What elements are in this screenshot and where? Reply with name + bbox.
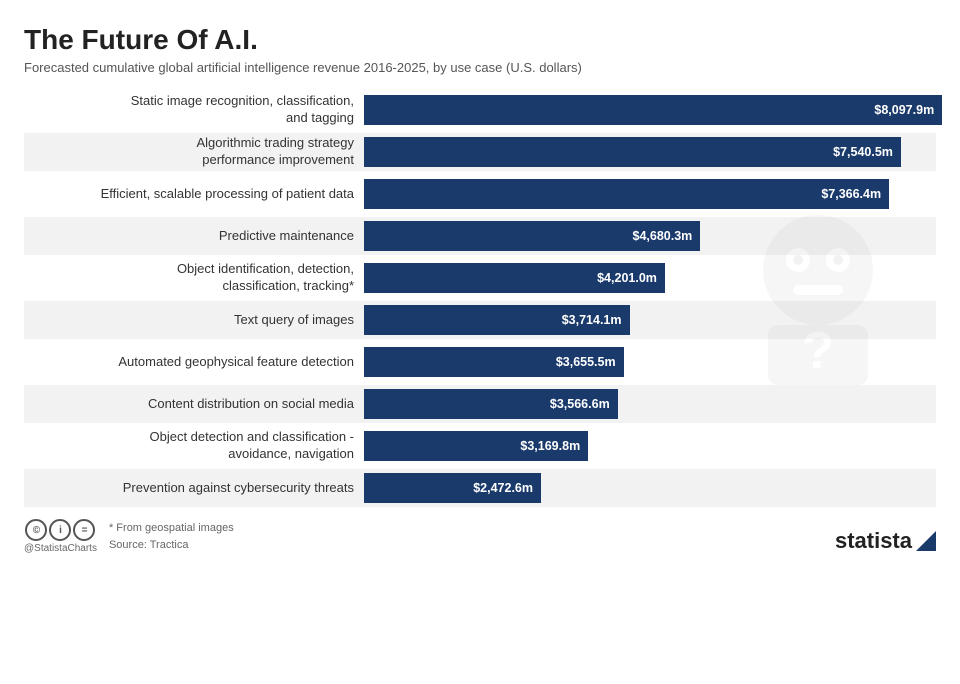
bar-value: $7,366.4m xyxy=(821,187,881,201)
bar-container: $7,366.4m xyxy=(364,175,936,213)
bar-label: Static image recognition, classification… xyxy=(24,93,364,127)
bar-label: Prevention against cybersecurity threats xyxy=(24,480,364,497)
bar: $7,540.5m xyxy=(364,137,901,167)
bar-container: $7,540.5m xyxy=(364,133,936,171)
bar-row: Prevention against cybersecurity threats… xyxy=(24,469,936,507)
bar-value: $4,680.3m xyxy=(633,229,693,243)
bar: $8,097.9m xyxy=(364,95,942,125)
bar-value: $4,201.0m xyxy=(597,271,657,285)
bar: $7,366.4m xyxy=(364,179,889,209)
chart-area: Static image recognition, classification… xyxy=(24,91,936,507)
equals-icon: = xyxy=(73,519,95,541)
bar-value: $3,169.8m xyxy=(520,439,580,453)
bar-label: Object detection and classification -avo… xyxy=(24,429,364,463)
bar-label: Object identification, detection,classif… xyxy=(24,261,364,295)
bar-value: $2,472.6m xyxy=(473,481,533,495)
bar: $3,655.5m xyxy=(364,347,624,377)
bar: $2,472.6m xyxy=(364,473,541,503)
bar-row: Automated geophysical feature detection $… xyxy=(24,343,936,381)
statista-icon xyxy=(916,531,936,551)
bar-row: Object identification, detection,classif… xyxy=(24,259,936,297)
bar-container: $4,680.3m xyxy=(364,217,936,255)
footer-left: © i = @StatistaCharts * From geospatial … xyxy=(24,519,234,554)
bar-label: Algorithmic trading strategyperformance … xyxy=(24,135,364,169)
bar-container: $3,169.8m xyxy=(364,427,936,465)
main-title: The Future Of A.I. xyxy=(24,24,936,56)
cc-icon: © xyxy=(25,519,47,541)
subtitle: Forecasted cumulative global artificial … xyxy=(24,60,936,75)
bar-container: $3,655.5m xyxy=(364,343,936,381)
bar-row: Object detection and classification -avo… xyxy=(24,427,936,465)
bar-row: Algorithmic trading strategyperformance … xyxy=(24,133,936,171)
bar-value: $3,655.5m xyxy=(556,355,616,369)
footer: © i = @StatistaCharts * From geospatial … xyxy=(24,519,936,554)
bar-container: $2,472.6m xyxy=(364,469,936,507)
bar-value: $3,566.6m xyxy=(550,397,610,411)
bar: $4,201.0m xyxy=(364,263,665,293)
statista-logo: statista xyxy=(835,528,936,554)
bar-label: Content distribution on social media xyxy=(24,396,364,413)
bar-value: $7,540.5m xyxy=(833,145,893,159)
bar-label: Predictive maintenance xyxy=(24,228,364,245)
bar: $4,680.3m xyxy=(364,221,700,251)
infographic-container: The Future Of A.I. Forecasted cumulative… xyxy=(0,0,960,684)
bar-row: Text query of images $3,714.1m xyxy=(24,301,936,339)
bar-row: Predictive maintenance $4,680.3m xyxy=(24,217,936,255)
footer-note: * From geospatial images Source: Tractic… xyxy=(109,520,234,553)
bar: $3,566.6m xyxy=(364,389,618,419)
bar-container: $8,097.9m xyxy=(364,91,942,129)
person-icon: i xyxy=(49,519,71,541)
bar-row: Efficient, scalable processing of patien… xyxy=(24,175,936,213)
bar-value: $8,097.9m xyxy=(874,103,934,117)
bar-value: $3,714.1m xyxy=(562,313,622,327)
bar-label: Efficient, scalable processing of patien… xyxy=(24,186,364,203)
bar-row: Content distribution on social media $3,5… xyxy=(24,385,936,423)
bar-container: $3,714.1m xyxy=(364,301,936,339)
bar-container: $4,201.0m xyxy=(364,259,936,297)
cc-icons: © i = xyxy=(25,519,95,541)
bar-label: Text query of images xyxy=(24,312,364,329)
bar-container: $3,566.6m xyxy=(364,385,936,423)
bar-label: Automated geophysical feature detection xyxy=(24,354,364,371)
bar: $3,714.1m xyxy=(364,305,630,335)
handle: @StatistaCharts xyxy=(24,543,97,554)
bar-row: Static image recognition, classification… xyxy=(24,91,936,129)
bar: $3,169.8m xyxy=(364,431,588,461)
